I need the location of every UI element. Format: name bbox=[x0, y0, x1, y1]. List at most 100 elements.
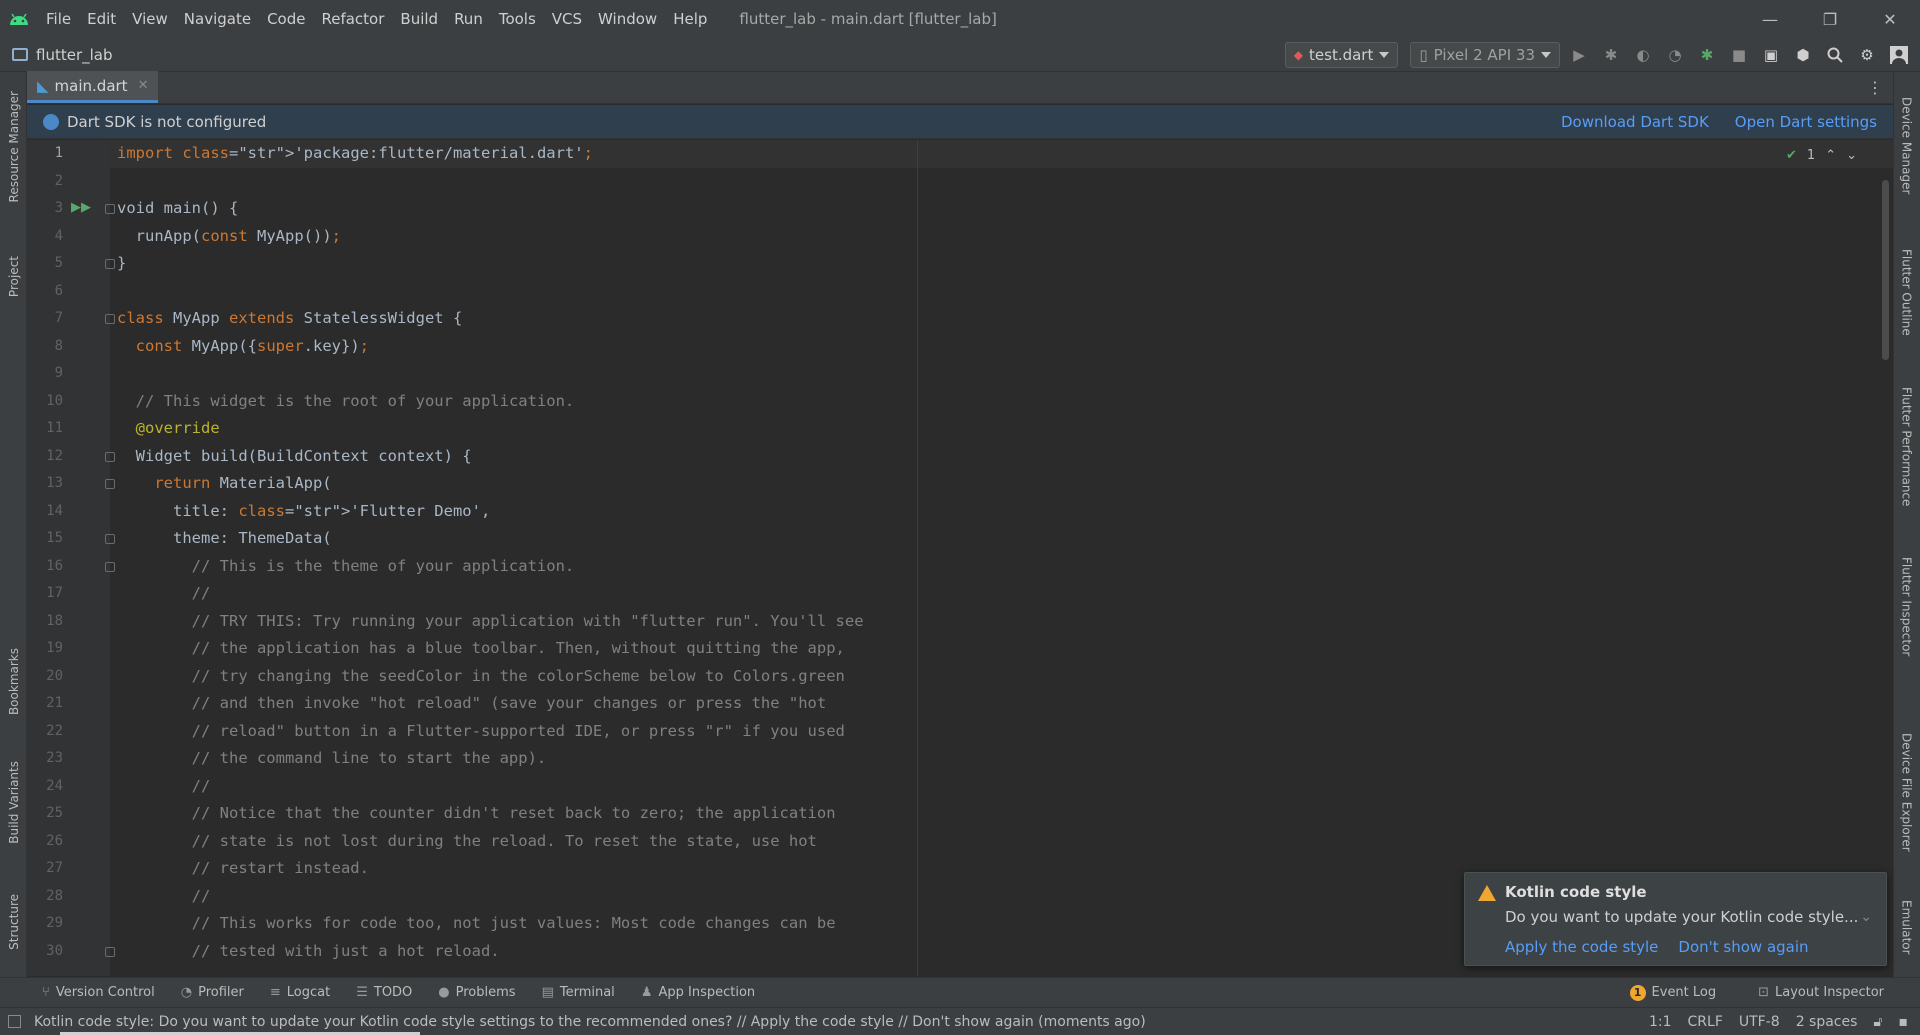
minimize-button[interactable]: — bbox=[1740, 0, 1800, 38]
line-number[interactable]: 18 bbox=[27, 608, 63, 636]
close-window-button[interactable]: ✕ bbox=[1860, 0, 1920, 38]
fold-marker-icon[interactable] bbox=[105, 946, 115, 957]
gear-icon[interactable]: ⚙ bbox=[1854, 42, 1880, 68]
layout-inspector-tab[interactable]: ⊡ Layout Inspector bbox=[1758, 985, 1884, 1000]
line-number[interactable]: 1 bbox=[27, 140, 63, 168]
line-separator[interactable]: CRLF bbox=[1688, 1014, 1723, 1030]
menu-file[interactable]: File bbox=[38, 0, 79, 38]
menu-build[interactable]: Build bbox=[392, 0, 446, 38]
event-log-tab[interactable]: 1 Event Log bbox=[1629, 984, 1716, 1001]
apply-code-style-link[interactable]: Apply the code style bbox=[1505, 938, 1658, 956]
menu-help[interactable]: Help bbox=[665, 0, 715, 38]
fold-marker-icon[interactable] bbox=[105, 314, 115, 324]
app-inspection-tab[interactable]: ♟ App Inspection bbox=[641, 985, 755, 1000]
line-number[interactable]: 17 bbox=[27, 580, 63, 608]
line-number[interactable]: 25 bbox=[27, 800, 63, 828]
menu-window[interactable]: Window bbox=[590, 0, 665, 38]
vertical-scrollbar[interactable] bbox=[1882, 180, 1889, 360]
chevron-down-icon[interactable]: ⌄ bbox=[1860, 909, 1872, 925]
menu-navigate[interactable]: Navigate bbox=[176, 0, 259, 38]
profiler-tab[interactable]: ◔ Profiler bbox=[181, 985, 244, 1000]
terminal-tab[interactable]: ▤ Terminal bbox=[542, 985, 615, 1000]
line-number[interactable]: 29 bbox=[27, 910, 63, 938]
resource-manager-tab[interactable]: Resource Manager bbox=[0, 82, 27, 212]
code-editor[interactable]: 1 2 3 ▶▶ 4 5 6 7 8 9 10 11 12 13 14 15 16 17 18 19 20 21 22 23 2… bbox=[27, 140, 1893, 976]
line-number[interactable]: 27 bbox=[27, 855, 63, 883]
debug-button[interactable]: ✱ bbox=[1598, 42, 1624, 68]
lock-icon[interactable]: 🔓︎ bbox=[1873, 1014, 1882, 1030]
more-vertical-icon[interactable]: ⋮ bbox=[1867, 78, 1883, 97]
file-encoding[interactable]: UTF-8 bbox=[1739, 1014, 1780, 1030]
line-number[interactable]: 2 bbox=[27, 168, 63, 196]
attach-debugger-button[interactable]: ✱ bbox=[1694, 42, 1720, 68]
line-number[interactable]: 8 bbox=[27, 333, 63, 361]
run-button[interactable]: ▶ bbox=[1566, 42, 1592, 68]
structure-tab[interactable]: Structure bbox=[0, 877, 27, 967]
fold-marker-icon[interactable] bbox=[105, 479, 115, 489]
line-number[interactable]: 28 bbox=[27, 883, 63, 911]
version-control-tab[interactable]: ⑂ Version Control bbox=[42, 985, 155, 1000]
menu-refactor[interactable]: Refactor bbox=[313, 0, 392, 38]
emulator-tab[interactable]: Emulator bbox=[1893, 882, 1920, 972]
menu-vcs[interactable]: VCS bbox=[544, 0, 590, 38]
device-manager-tab[interactable]: Device Manager bbox=[1893, 86, 1920, 206]
line-number[interactable]: 15 bbox=[27, 525, 63, 553]
todo-tab[interactable]: ☰ TODO bbox=[356, 985, 412, 1000]
line-number[interactable]: 7 bbox=[27, 305, 63, 333]
profile-button[interactable]: ◔ bbox=[1662, 42, 1688, 68]
notifications-icon[interactable]: ▪ bbox=[1899, 1014, 1909, 1030]
caret-position[interactable]: 1:1 bbox=[1649, 1014, 1672, 1030]
menu-code[interactable]: Code bbox=[259, 0, 313, 38]
line-number[interactable]: 9 bbox=[27, 360, 63, 388]
line-number[interactable]: 4 bbox=[27, 223, 63, 251]
line-number[interactable]: 26 bbox=[27, 828, 63, 856]
search-icon[interactable] bbox=[1822, 42, 1848, 68]
open-dart-settings-link[interactable]: Open Dart settings bbox=[1735, 113, 1877, 131]
inspection-widget[interactable]: ✔ 1 ⌃ ⌄ bbox=[1786, 148, 1857, 163]
menu-edit[interactable]: Edit bbox=[79, 0, 124, 38]
flutter-performance-tab[interactable]: Flutter Performance bbox=[1893, 372, 1920, 522]
menu-tools[interactable]: Tools bbox=[491, 0, 544, 38]
code-area[interactable]: import class="str">'package:flutter/mate… bbox=[117, 140, 1877, 976]
restore-button[interactable]: ❐ bbox=[1800, 0, 1860, 38]
fold-marker-icon[interactable] bbox=[105, 451, 115, 462]
line-number[interactable]: 10 bbox=[27, 388, 63, 416]
fold-marker-icon[interactable] bbox=[105, 204, 115, 214]
line-number[interactable]: 12 bbox=[27, 443, 63, 471]
menu-run[interactable]: Run bbox=[446, 0, 491, 38]
device-select[interactable]: ▯ Pixel 2 API 33 bbox=[1410, 42, 1560, 68]
device-manager-button[interactable]: ▣ bbox=[1758, 42, 1784, 68]
line-number[interactable]: 16 bbox=[27, 553, 63, 581]
status-message[interactable]: Kotlin code style: Do you want to update… bbox=[34, 1014, 1146, 1030]
menu-view[interactable]: View bbox=[124, 0, 176, 38]
close-icon[interactable]: ✕ bbox=[138, 78, 149, 93]
line-number[interactable]: 6 bbox=[27, 278, 63, 306]
avatar[interactable] bbox=[1886, 42, 1912, 68]
chevron-up-icon[interactable]: ⌃ bbox=[1825, 148, 1836, 163]
fold-marker-icon[interactable] bbox=[105, 259, 115, 269]
device-file-explorer-tab[interactable]: Device File Explorer bbox=[1893, 722, 1920, 862]
line-number[interactable]: 23 bbox=[27, 745, 63, 773]
indent-setting[interactable]: 2 spaces bbox=[1796, 1014, 1858, 1030]
run-gutter-icon[interactable]: ▶▶ bbox=[71, 200, 91, 215]
dont-show-again-link[interactable]: Don't show again bbox=[1678, 938, 1808, 956]
build-variants-tab[interactable]: Build Variants bbox=[0, 747, 27, 857]
line-number[interactable]: 14 bbox=[27, 498, 63, 526]
line-number[interactable]: 24 bbox=[27, 773, 63, 801]
chevron-down-icon[interactable]: ⌄ bbox=[1846, 148, 1857, 163]
line-number[interactable]: 21 bbox=[27, 690, 63, 718]
coverage-button[interactable]: ◐ bbox=[1630, 42, 1656, 68]
line-number[interactable]: 11 bbox=[27, 415, 63, 443]
line-number[interactable]: 5 bbox=[27, 250, 63, 278]
flutter-inspector-tab[interactable]: Flutter Inspector bbox=[1893, 542, 1920, 672]
fold-marker-icon[interactable] bbox=[105, 561, 115, 572]
line-number[interactable]: 19 bbox=[27, 635, 63, 663]
bookmarks-tab[interactable]: Bookmarks bbox=[0, 632, 27, 732]
project-breadcrumb[interactable]: flutter_lab bbox=[12, 46, 113, 64]
run-configuration-select[interactable]: ◆ test.dart bbox=[1284, 42, 1399, 68]
line-number[interactable]: 3 bbox=[27, 195, 63, 223]
stop-button[interactable]: ■ bbox=[1726, 42, 1752, 68]
fold-marker-icon[interactable] bbox=[105, 534, 115, 544]
line-number[interactable]: 22 bbox=[27, 718, 63, 746]
problems-tab[interactable]: ● Problems bbox=[438, 985, 515, 1000]
